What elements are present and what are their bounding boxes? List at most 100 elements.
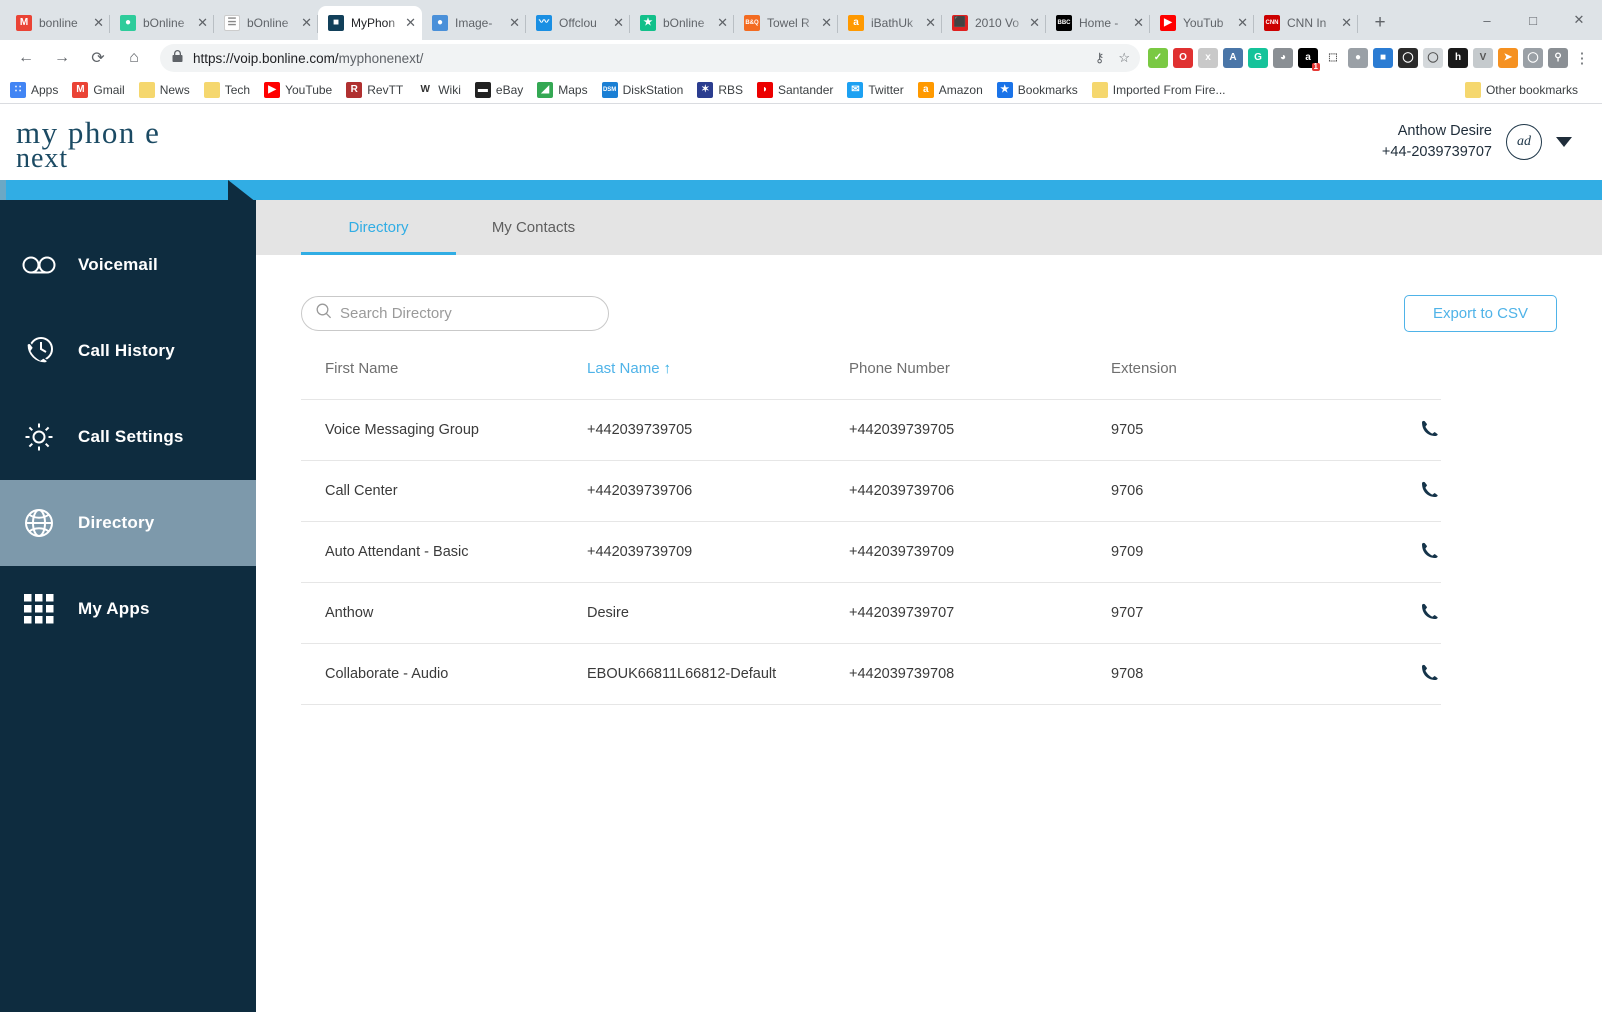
close-tab-icon[interactable]: ✕ [1029, 15, 1040, 31]
browser-tab[interactable]: ⬛ 2010 Vo ✕ [942, 6, 1046, 40]
column-extension[interactable]: Extension [1087, 360, 1349, 400]
search-input[interactable]: Search Directory [301, 296, 609, 331]
bookmark-item[interactable]: ◢ Maps [537, 81, 588, 98]
browser-tab[interactable]: ★ bOnline ✕ [630, 6, 734, 40]
ghostery-extension[interactable]: ◕ [1273, 48, 1293, 68]
back-button[interactable]: ← [12, 44, 40, 72]
sidebar-item-directory[interactable]: Directory [0, 480, 256, 566]
minimize-button[interactable]: – [1464, 4, 1510, 36]
browser-tab[interactable]: 〰 Offclou ✕ [526, 6, 630, 40]
bookmark-item[interactable]: ▶ YouTube [264, 81, 332, 98]
browser-tab[interactable]: ● bOnline ✕ [110, 6, 214, 40]
close-tab-icon[interactable]: ✕ [613, 15, 624, 31]
close-tab-icon[interactable]: ✕ [197, 15, 208, 31]
adblock-extension[interactable]: ✓ [1148, 48, 1168, 68]
column-first-name[interactable]: First Name [301, 360, 563, 400]
close-tab-icon[interactable]: ✕ [1237, 15, 1248, 31]
bookmark-item[interactable]: ★ Bookmarks [996, 81, 1078, 98]
browser-tab[interactable]: ▶ YouTub ✕ [1150, 6, 1254, 40]
bookmark-item[interactable]: Imported From Fire... [1091, 81, 1225, 98]
amazon-assistant-extension[interactable]: a1 [1298, 48, 1320, 71]
browser-tab[interactable]: ■ MyPhon ✕ [318, 6, 422, 40]
table-row[interactable]: Call Center +442039739706 +442039739706 970… [301, 460, 1441, 522]
close-tab-icon[interactable]: ✕ [925, 15, 936, 31]
lastpass-extension[interactable]: ◯ [1398, 48, 1418, 68]
column-phone-number[interactable]: Phone Number [825, 360, 1087, 400]
password-key-icon[interactable]: ⚷ [1095, 50, 1105, 66]
bookmark-star-icon[interactable]: ☆ [1118, 50, 1130, 66]
cell-call-action[interactable] [1349, 460, 1441, 522]
close-tab-icon[interactable]: ✕ [509, 15, 520, 31]
screenshot-extension[interactable]: ⬚ [1323, 48, 1343, 68]
opera-extension[interactable]: O [1173, 48, 1193, 68]
close-tab-icon[interactable]: ✕ [1133, 15, 1144, 31]
avast-extension[interactable]: A [1223, 48, 1243, 68]
address-bar[interactable]: https://voip.bonline.com/myphonenext/ ⚷ … [160, 44, 1140, 72]
close-tab-icon[interactable]: ✕ [93, 15, 104, 31]
bookmark-item[interactable]: ▬ eBay [474, 81, 523, 98]
browser-tab[interactable]: Mbonline ✕ [6, 6, 110, 40]
cell-call-action[interactable] [1349, 582, 1441, 644]
phone-icon[interactable] [1419, 664, 1441, 687]
close-window-button[interactable]: ✕ [1556, 4, 1602, 36]
circle-extension[interactable]: ◯ [1423, 48, 1443, 68]
bookmark-item[interactable]: R RevTT [346, 81, 403, 98]
close-tab-icon[interactable]: ✕ [301, 15, 312, 31]
browser-tab[interactable]: BBC Home - ✕ [1046, 6, 1150, 40]
phone-icon[interactable] [1419, 420, 1441, 443]
chevron-down-icon[interactable] [1556, 137, 1572, 147]
pin-extension[interactable]: ● [1348, 48, 1368, 68]
user-menu[interactable]: Anthow Desire +44-2039739707 ad [1382, 121, 1572, 163]
table-row[interactable]: Auto Attendant - Basic +442039739709 +4420… [301, 521, 1441, 583]
cell-call-action[interactable] [1349, 399, 1441, 461]
close-tab-icon[interactable]: ✕ [405, 15, 416, 31]
close-tab-icon[interactable]: ✕ [821, 15, 832, 31]
app-logo[interactable]: my phon e next [14, 111, 214, 174]
bookmark-item[interactable]: ✉ Twitter [847, 81, 904, 98]
table-row[interactable]: Voice Messaging Group +442039739705 +44203… [301, 399, 1441, 461]
other-bookmarks-item[interactable]: Other bookmarks [1464, 81, 1578, 98]
close-tab-icon[interactable]: ✕ [1341, 15, 1352, 31]
tab-directory[interactable]: Directory [301, 200, 456, 255]
sidebar-item-call-settings[interactable]: Call Settings [0, 394, 256, 480]
orange-arrow-extension[interactable]: ➤ [1498, 48, 1518, 68]
bookmark-item[interactable]: W Wiki [417, 81, 461, 98]
browser-tab[interactable]: B&Q Towel R ✕ [734, 6, 838, 40]
forward-button[interactable]: → [48, 44, 76, 72]
new-tab-button[interactable]: + [1366, 9, 1394, 37]
chrome-menu-button[interactable]: ⋮ [1570, 49, 1594, 67]
grammarly-extension[interactable]: G [1248, 48, 1268, 68]
phone-icon[interactable] [1419, 542, 1441, 565]
bookmark-item[interactable]: Tech [203, 81, 250, 98]
browser-tab[interactable]: a iBathUk ✕ [838, 6, 942, 40]
maximize-button[interactable]: □ [1510, 4, 1556, 36]
tab-my-contacts[interactable]: My Contacts [456, 200, 611, 255]
home-button[interactable]: ⌂ [120, 44, 148, 72]
bookmark-item[interactable]: ◗ Santander [757, 81, 833, 98]
cell-call-action[interactable] [1349, 643, 1441, 705]
sidebar-item-voicemail[interactable]: Voicemail [0, 222, 256, 308]
bookmark-item[interactable]: ∷ Apps [10, 81, 58, 98]
table-row[interactable]: Anthow Desire +442039739707 9707 [301, 582, 1441, 644]
reload-button[interactable]: ⟳ [84, 44, 112, 72]
x-extension[interactable]: x [1198, 48, 1218, 68]
bookmark-item[interactable]: M Gmail [72, 81, 125, 98]
blue-tile-extension[interactable]: ■ [1373, 48, 1393, 68]
browser-tab[interactable]: ☰ bOnline ✕ [214, 6, 318, 40]
cell-call-action[interactable] [1349, 521, 1441, 583]
column-last-name[interactable]: Last Name ↑ [563, 360, 825, 400]
table-row[interactable]: Collaborate - Audio EBOUK66811L66812-Defa… [301, 643, 1441, 705]
honey-extension[interactable]: h [1448, 48, 1468, 68]
avatar[interactable]: ad [1506, 124, 1542, 160]
sidebar-item-call-history[interactable]: Call History [0, 308, 256, 394]
profile-avatar[interactable]: ⚲ [1548, 48, 1568, 68]
bookmark-item[interactable]: News [138, 81, 190, 98]
bookmark-item[interactable]: DSM DiskStation [601, 81, 683, 98]
oval-extension[interactable]: ◯ [1523, 48, 1543, 68]
phone-icon[interactable] [1419, 603, 1441, 626]
sidebar-item-my-apps[interactable]: My Apps [0, 566, 256, 652]
bookmark-item[interactable]: ✶ RBS [697, 81, 743, 98]
v-extension[interactable]: V [1473, 48, 1493, 68]
browser-tab[interactable]: ● Image- ✕ [422, 6, 526, 40]
bookmark-item[interactable]: a Amazon [917, 81, 983, 98]
